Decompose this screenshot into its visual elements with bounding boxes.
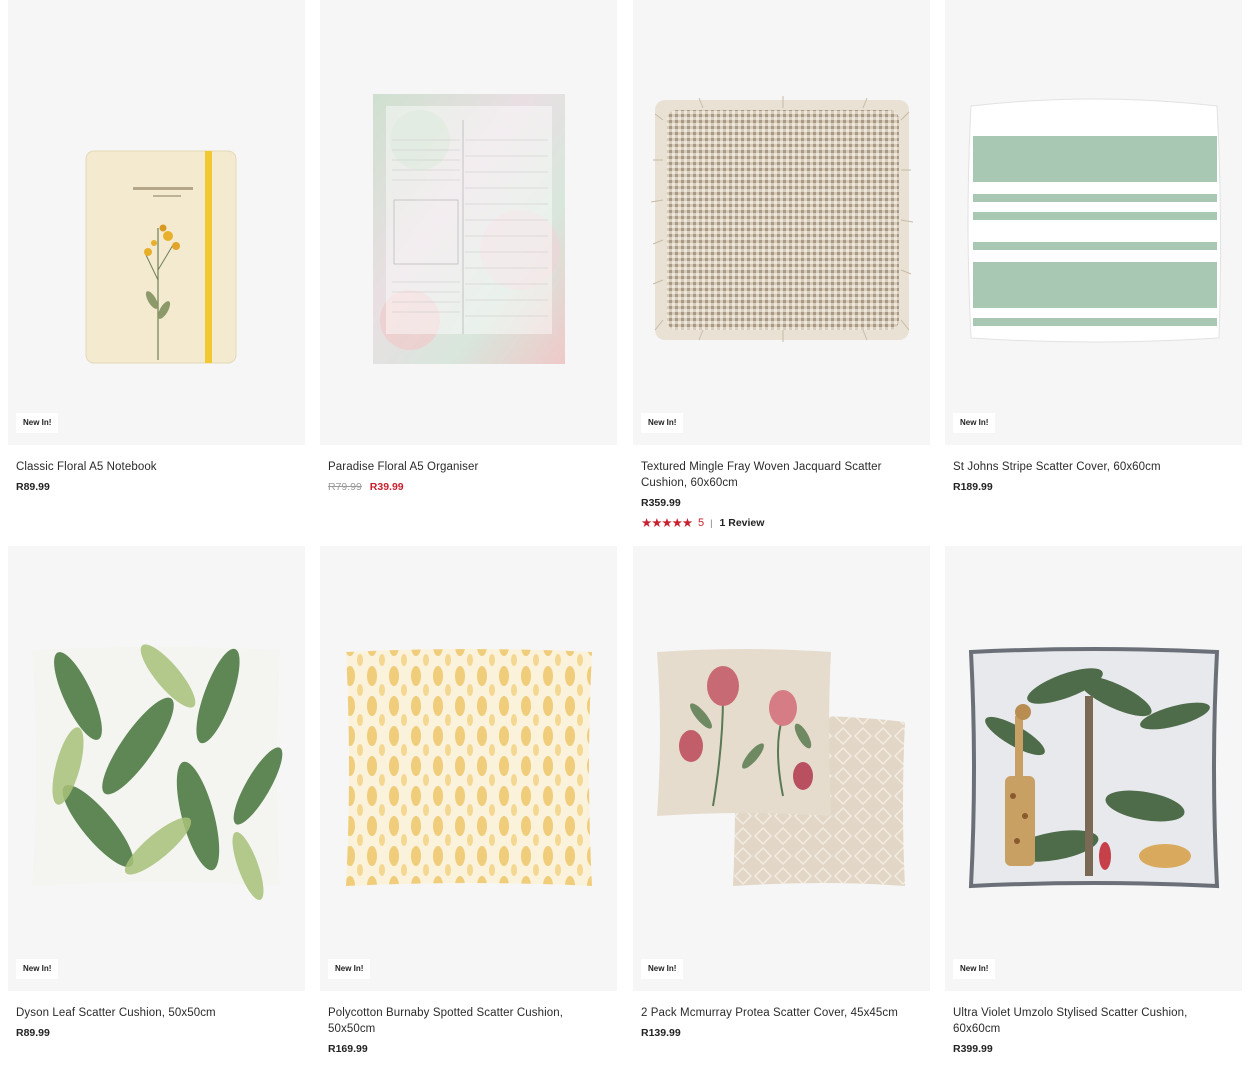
was-price: R79.99: [328, 481, 362, 493]
price-row: R139.99: [641, 1026, 922, 1040]
spotted-cushion-image: [346, 649, 592, 886]
product-title[interactable]: Paradise Floral A5 Organiser: [328, 459, 609, 475]
product-price: R189.99: [953, 481, 993, 493]
rating-value: 5: [698, 517, 705, 529]
product-card[interactable]: New In! Polycotton Burnaby Spotted Scatt…: [320, 546, 617, 1056]
leaf-cushion-image: [32, 644, 283, 901]
product-title[interactable]: Ultra Violet Umzolo Stylised Scatter Cus…: [953, 1005, 1234, 1037]
protea-cushion-image: [657, 649, 905, 886]
rating-row: ★★★★★ 5 | 1 Review: [641, 516, 922, 530]
product-price: R359.99: [641, 497, 681, 509]
product-title[interactable]: Classic Floral A5 Notebook: [16, 459, 297, 475]
product-price: R169.99: [328, 1043, 368, 1055]
star-rating-icon: ★★★★★: [641, 516, 693, 530]
product-image-link[interactable]: New In!: [633, 0, 930, 445]
new-in-badge: New In!: [953, 959, 996, 979]
reviews-link[interactable]: 1 Review: [720, 516, 765, 530]
product-title[interactable]: Dyson Leaf Scatter Cushion, 50x50cm: [16, 1005, 297, 1021]
price-row: R189.99: [953, 480, 1234, 494]
product-title[interactable]: St Johns Stripe Scatter Cover, 60x60cm: [953, 459, 1234, 475]
price-row: R359.99: [641, 496, 922, 510]
rating-separator: |: [710, 518, 713, 528]
product-price: R399.99: [953, 1043, 993, 1055]
new-in-badge: New In!: [641, 413, 684, 433]
product-card[interactable]: New In! 2 Pack Mcmurray Protea Scatter C…: [633, 546, 930, 1040]
notebook-image: [85, 150, 237, 364]
new-in-badge: New In!: [328, 959, 371, 979]
woven-cushion-image: [650, 96, 914, 342]
product-image-link[interactable]: New In!: [945, 546, 1242, 991]
sale-price: R39.99: [369, 481, 404, 493]
price-row: R89.99: [16, 1026, 297, 1040]
product-card[interactable]: New In! St Johns Stripe Scatter Cover, 6…: [945, 0, 1242, 494]
product-image-link[interactable]: New In!: [633, 546, 930, 991]
product-card[interactable]: New In! Ultra Violet Umzolo Stylised Sca…: [945, 546, 1242, 1056]
price-row: R79.99 R39.99: [328, 480, 609, 494]
new-in-badge: New In!: [953, 413, 996, 433]
product-title[interactable]: Polycotton Burnaby Spotted Scatter Cushi…: [328, 1005, 609, 1037]
new-in-badge: New In!: [16, 959, 59, 979]
product-image-link[interactable]: New In!: [8, 546, 305, 991]
price-row: R89.99: [16, 480, 297, 494]
new-in-badge: New In!: [641, 959, 684, 979]
product-price: R139.99: [641, 1027, 681, 1039]
product-card[interactable]: New In! Classic Floral A5 Notebook R89.9…: [8, 0, 305, 494]
organiser-image: [373, 94, 565, 364]
product-card[interactable]: Paradise Floral A5 Organiser R79.99 R39.…: [320, 0, 617, 494]
product-price: R89.99: [16, 1027, 50, 1039]
price-row: R169.99: [328, 1042, 609, 1056]
stripe-cushion-image: [967, 98, 1222, 343]
product-card[interactable]: New In! Textured Mingle Fray Woven Jacqu…: [633, 0, 930, 530]
new-in-badge: New In!: [16, 413, 59, 433]
product-card[interactable]: New In! Dyson Leaf Scatter Cushion, 50x5…: [8, 546, 305, 1040]
product-image-link[interactable]: [320, 0, 617, 445]
product-image-link[interactable]: New In!: [320, 546, 617, 991]
product-price: R89.99: [16, 481, 50, 493]
product-image-link[interactable]: New In!: [8, 0, 305, 445]
jungle-cushion-image: [968, 647, 1220, 889]
product-image-link[interactable]: New In!: [945, 0, 1242, 445]
product-title[interactable]: Textured Mingle Fray Woven Jacquard Scat…: [641, 459, 922, 491]
price-row: R399.99: [953, 1042, 1234, 1056]
product-title[interactable]: 2 Pack Mcmurray Protea Scatter Cover, 45…: [641, 1005, 922, 1021]
